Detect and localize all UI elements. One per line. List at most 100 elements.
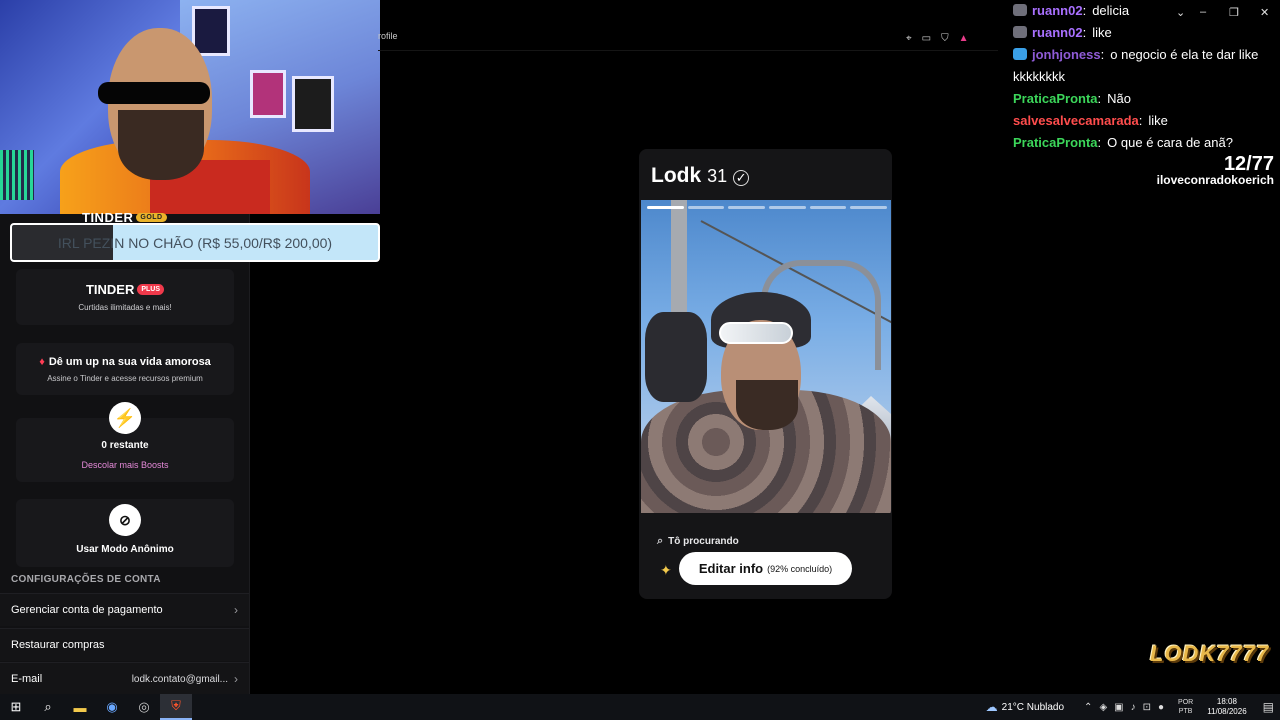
chat-overlay: ruann02: delicia ruann02: like jonhjoness: o … xyxy=(1013,0,1280,154)
chrome-icon[interactable]: ◉ xyxy=(96,694,128,720)
chat-text: like xyxy=(1092,25,1112,40)
sub-counter: 12/77 iloveconradokoerich xyxy=(1157,153,1274,187)
looking-for-text: Tô procurando xyxy=(668,536,739,547)
photo-segment[interactable] xyxy=(687,206,725,209)
profile-name: Lodk xyxy=(651,164,702,187)
chat-separator: : xyxy=(1097,135,1102,150)
address-bar-icons: ⌖ ▭ ⛉ ▲ xyxy=(906,33,969,44)
anonymous-mode-card[interactable]: ⊘ Usar Modo Anônimo xyxy=(16,499,234,567)
profile-header: Lodk 31 ✓ xyxy=(651,164,750,188)
lift-pole xyxy=(671,200,687,320)
chat-badge-icon xyxy=(1013,26,1027,38)
clock[interactable]: 18:08 11/08/2026 xyxy=(1207,697,1246,717)
chat-message: ruann02: delicia xyxy=(1013,0,1280,22)
chat-separator: : xyxy=(1082,25,1087,40)
plus-subtitle: Curtidas ilimitadas e mais! xyxy=(78,303,172,312)
gold-badge: GOLD xyxy=(136,213,167,222)
shield-icon[interactable]: ⛉ xyxy=(941,33,949,44)
chat-username[interactable]: PraticaPronta xyxy=(1013,135,1098,150)
profile-photo[interactable] xyxy=(641,200,891,513)
chat-username[interactable]: ruann02 xyxy=(1032,3,1083,18)
upsell-title: ♦ Dê um up na sua vida amorosa xyxy=(39,356,211,368)
cast-icon[interactable]: ▭ xyxy=(922,33,931,44)
file-explorer-icon[interactable]: ▬ xyxy=(64,694,96,720)
chevron-right-icon: › xyxy=(234,672,238,686)
chat-separator: : xyxy=(1100,47,1105,62)
boost-remaining: 0 restante xyxy=(101,440,149,451)
rewards-icon[interactable]: ▲ xyxy=(959,33,969,44)
ski-goggles xyxy=(719,322,793,344)
address-text[interactable]: rofile xyxy=(378,31,398,41)
logo-text: LODK7777 xyxy=(1150,641,1270,666)
chat-username[interactable]: salvesalvecamarada xyxy=(1013,113,1139,128)
get-more-boosts-link[interactable]: Descolar mais Boosts xyxy=(81,460,168,470)
plus-title-text: TINDER xyxy=(85,282,135,297)
search-icon[interactable]: ⌕ xyxy=(32,694,64,720)
premium-upsell-card[interactable]: ♦ Dê um up na sua vida amorosa Assine o … xyxy=(16,343,234,395)
chat-username[interactable]: ruann02 xyxy=(1032,25,1083,40)
weather-widget[interactable]: ☁ 21°C Nublado xyxy=(986,700,1064,714)
chat-text: O que é cara de anã? xyxy=(1107,135,1233,150)
upsell-title-text: Dê um up na sua vida amorosa xyxy=(48,355,211,368)
clock-time: 18:08 xyxy=(1216,697,1237,706)
chat-username[interactable]: PraticaPronta xyxy=(1013,91,1098,106)
webcam-overlay xyxy=(0,0,380,214)
photo-progress-segments xyxy=(647,206,888,209)
chat-badge-icon xyxy=(1013,48,1027,60)
donation-goal-bar: IRL PEZIN NO CHÃO (R$ 55,00/R$ 200,00) xyxy=(10,223,380,262)
edit-info-button[interactable]: Editar info (92% concluído) xyxy=(679,552,852,585)
chat-separator: : xyxy=(1082,3,1087,18)
tinder-plus-card[interactable]: TINDER PLUS Curtidas ilimitadas e mais! xyxy=(16,269,234,325)
chat-badge-icon xyxy=(1013,4,1027,16)
language-indicator[interactable]: POR PTB xyxy=(1178,698,1193,716)
channel-logo: LODK7777 xyxy=(1140,627,1268,683)
brave-browser-icon[interactable]: ⛨ xyxy=(160,694,192,720)
wall-poster xyxy=(250,70,286,118)
chat-text: like xyxy=(1148,113,1168,128)
eye-slash-icon: ⊘ xyxy=(109,504,141,536)
beard xyxy=(736,380,798,430)
obs-icon[interactable]: ◎ xyxy=(128,694,160,720)
lang-line2: PTB xyxy=(1178,708,1193,715)
photo-segment[interactable] xyxy=(809,206,847,209)
chat-separator: : xyxy=(1138,113,1143,128)
chat-message: salvesalvecamarada: like xyxy=(1013,110,1280,132)
photo-segment[interactable] xyxy=(769,206,806,209)
tray-app-icon[interactable]: ▣ xyxy=(1114,702,1123,713)
profile-card: Lodk 31 ✓ ⌕ Tô procurando ✦ Editar info … xyxy=(639,149,892,599)
system-tray: ⌃ ◈ ▣ ♪ ⊡ ● xyxy=(1084,702,1164,713)
notifications-icon[interactable]: ▤ xyxy=(1263,700,1274,714)
rgb-light xyxy=(0,150,34,200)
chat-username[interactable]: jonhjoness xyxy=(1032,47,1101,62)
restore-purchases-row[interactable]: Restaurar compras xyxy=(0,628,249,661)
microphone-icon[interactable]: ● xyxy=(1158,702,1164,713)
windows-start-icon[interactable]: ⊞ xyxy=(0,694,32,720)
upsell-subtitle: Assine o Tinder e acesse recursos premiu… xyxy=(47,373,203,383)
weather-text: 21°C Nublado xyxy=(1001,701,1065,713)
boost-bolt-icon: ⚡ xyxy=(109,402,141,434)
photo-segment[interactable] xyxy=(728,206,766,209)
anonymous-mode-label: Usar Modo Anônimo xyxy=(76,544,174,555)
profile-age: 31 xyxy=(707,166,728,186)
email-row[interactable]: E-mail lodk.contato@gmail... › xyxy=(0,662,249,695)
photo-segment[interactable] xyxy=(850,206,888,209)
photo-segment[interactable] xyxy=(647,206,684,209)
chat-message: jonhjoness: o negocio é ela te dar like k… xyxy=(1013,44,1280,88)
party-popper-icon: ✦ xyxy=(660,562,672,578)
goal-text: IRL PEZIN NO CHÃO (R$ 55,00/R$ 200,00) xyxy=(57,234,333,251)
volume-icon[interactable]: ♪ xyxy=(1131,702,1136,713)
wall-poster xyxy=(292,76,334,132)
chevron-right-icon: › xyxy=(234,603,238,617)
chevron-up-icon[interactable]: ⌃ xyxy=(1084,702,1092,713)
search-icon: ⌕ xyxy=(657,535,664,547)
tray-app-icon[interactable]: ◈ xyxy=(1099,702,1107,713)
manage-payment-row[interactable]: Gerenciar conta de pagamento › xyxy=(0,593,249,626)
clock-date: 11/08/2026 xyxy=(1207,707,1247,716)
address-bar[interactable] xyxy=(378,27,998,51)
chat-message: PraticaPronta: Não xyxy=(1013,88,1280,110)
location-icon[interactable]: ⌖ xyxy=(906,33,912,44)
network-icon[interactable]: ⊡ xyxy=(1143,702,1151,713)
chat-text: Não xyxy=(1107,91,1132,106)
counter-handle: iloveconradokoerich xyxy=(1156,173,1274,187)
account-settings-heading: CONFIGURAÇÕES DE CONTA xyxy=(11,574,161,585)
